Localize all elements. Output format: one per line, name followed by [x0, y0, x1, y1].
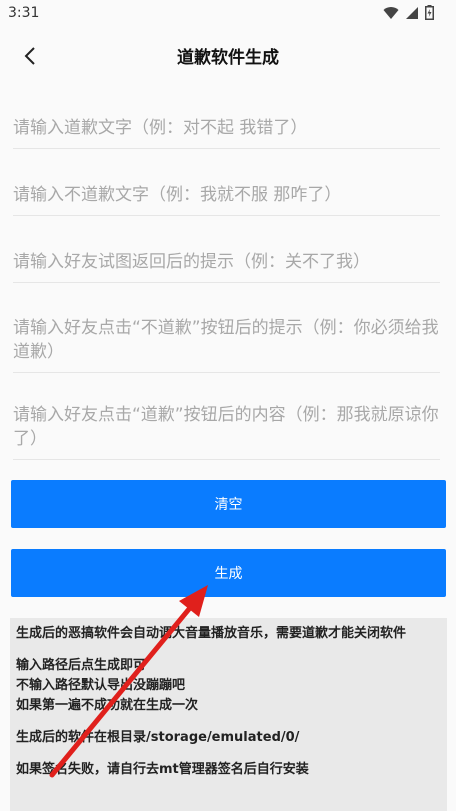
clear-button[interactable]: 清空 [11, 480, 446, 528]
status-icons [383, 5, 434, 20]
signal-icon [406, 6, 418, 19]
refuse-click-hint-input[interactable]: 请输入好友点击“不道歉”按钮后的提示（例：你必须给我道歉） [13, 316, 440, 373]
info-panel: 生成后的恶搞软件会自动调大音量播放音乐，需要道歉才能关闭软件 输入路径后点生成即… [10, 618, 447, 811]
status-time: 3:31 [8, 5, 40, 21]
status-bar: 3:31 [0, 0, 456, 28]
info-line: 生成后的软件在根目录/storage/emulated/0/ [16, 730, 300, 745]
info-line: 不输入路径默认导出没蹦蹦吧 [16, 678, 186, 693]
page-title: 道歉软件生成 [177, 48, 279, 68]
info-line: 如果第一遍不成功就在生成一次 [16, 698, 199, 713]
back-hint-input[interactable]: 请输入好友试图返回后的提示（例：关不了我） [13, 250, 440, 283]
info-line: 输入路径后点生成即可 [16, 658, 147, 673]
info-line: 如果签名失败，请自行去mt管理器签名后自行安装 [16, 762, 309, 777]
refuse-text-input[interactable]: 请输入不道歉文字（例：我就不服 那咋了） [13, 183, 440, 216]
info-line: 生成后的恶搞软件会自动调大音量播放音乐，需要道歉才能关闭软件 [16, 626, 407, 641]
wifi-icon [383, 6, 399, 19]
app-bar: 道歉软件生成 [0, 28, 456, 84]
apology-click-content-input[interactable]: 请输入好友点击“道歉”按钮后的内容（例：那我就原谅你了） [13, 403, 440, 460]
battery-icon [425, 5, 434, 20]
generate-button[interactable]: 生成 [11, 549, 446, 597]
apology-text-input[interactable]: 请输入道歉文字（例：对不起 我错了） [13, 116, 440, 149]
